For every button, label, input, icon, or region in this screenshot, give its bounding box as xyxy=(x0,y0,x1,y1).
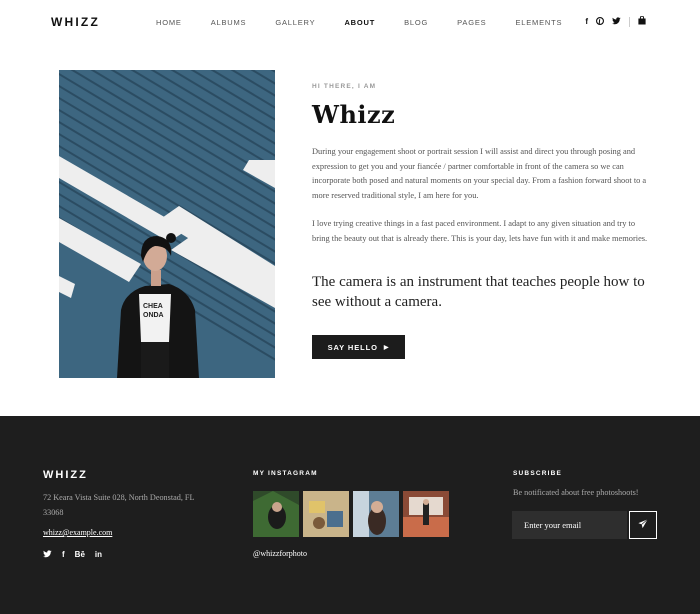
footer-logo[interactable]: WHIZZ xyxy=(43,469,88,481)
footer-social-links: f Bē in xyxy=(43,550,112,560)
main-nav: HOME ALBUMS GALLERY ABOUT BLOG PAGES ELE… xyxy=(156,18,591,27)
page-title: Whizz xyxy=(312,100,396,129)
say-hello-button[interactable]: SAY HELLO ▶ xyxy=(312,335,405,359)
nav-item-home[interactable]: HOME xyxy=(156,18,182,27)
nav-item-about[interactable]: ABOUT xyxy=(344,18,375,27)
site-logo[interactable]: WHIZZ xyxy=(51,15,100,29)
site-footer: WHIZZ 72 Keara Vista Suite 028, North De… xyxy=(0,416,700,614)
header-divider xyxy=(629,16,630,27)
subscribe-submit-button[interactable] xyxy=(629,511,657,539)
subscribe-heading: SUBSCRIBE xyxy=(513,470,563,477)
instagram-grid xyxy=(253,491,453,537)
instagram-thumb[interactable] xyxy=(353,491,399,537)
nav-item-blog[interactable]: BLOG xyxy=(404,18,428,27)
svg-text:ONDA: ONDA xyxy=(143,312,164,319)
nav-item-albums[interactable]: ALBUMS xyxy=(211,18,247,27)
facebook-icon[interactable]: f xyxy=(62,550,65,560)
say-hello-label: SAY HELLO xyxy=(327,342,378,352)
instagram-heading: MY INSTAGRAM xyxy=(253,470,318,477)
pinterest-icon[interactable] xyxy=(595,16,605,27)
intro-eyebrow: HI THERE, I AM xyxy=(312,83,377,90)
instagram-handle-link[interactable]: @whizzforphoto xyxy=(253,549,307,558)
nav-item-gallery[interactable]: GALLERY xyxy=(275,18,315,27)
footer-address: 72 Keara Vista Suite 028, North Deonstad… xyxy=(43,493,195,517)
portrait-photo: CHEA ONDA xyxy=(59,70,275,378)
twitter-icon[interactable] xyxy=(43,550,52,560)
facebook-icon[interactable]: f xyxy=(585,17,588,26)
linkedin-icon[interactable]: in xyxy=(95,550,102,560)
nav-item-elements[interactable]: ELEMENTS xyxy=(515,18,562,27)
svg-text:CHEA: CHEA xyxy=(143,303,163,310)
subscribe-email-input[interactable] xyxy=(512,511,627,539)
intro-paragraph-2: I love trying creative things in a fast … xyxy=(312,219,648,243)
cart-icon[interactable] xyxy=(638,15,646,27)
instagram-thumb[interactable] xyxy=(403,491,449,537)
subscribe-text: Be notificated about free photoshoots! xyxy=(513,488,639,497)
instagram-thumb[interactable] xyxy=(253,491,299,537)
nav-item-pages[interactable]: PAGES xyxy=(457,18,486,27)
instagram-thumb[interactable] xyxy=(303,491,349,537)
site-header: WHIZZ HOME ALBUMS GALLERY ABOUT BLOG PAG… xyxy=(0,0,700,46)
header-icons: f xyxy=(577,15,646,27)
paper-plane-icon xyxy=(638,516,648,534)
behance-icon[interactable]: Bē xyxy=(75,550,85,560)
intro-paragraph-1: During your engagement shoot or portrait… xyxy=(312,147,647,200)
twitter-icon[interactable] xyxy=(612,16,621,27)
intro-quote: The camera is an instrument that teaches… xyxy=(312,274,645,310)
footer-email-link[interactable]: whizz@example.com xyxy=(43,528,112,537)
caret-right-icon: ▶ xyxy=(383,344,390,351)
